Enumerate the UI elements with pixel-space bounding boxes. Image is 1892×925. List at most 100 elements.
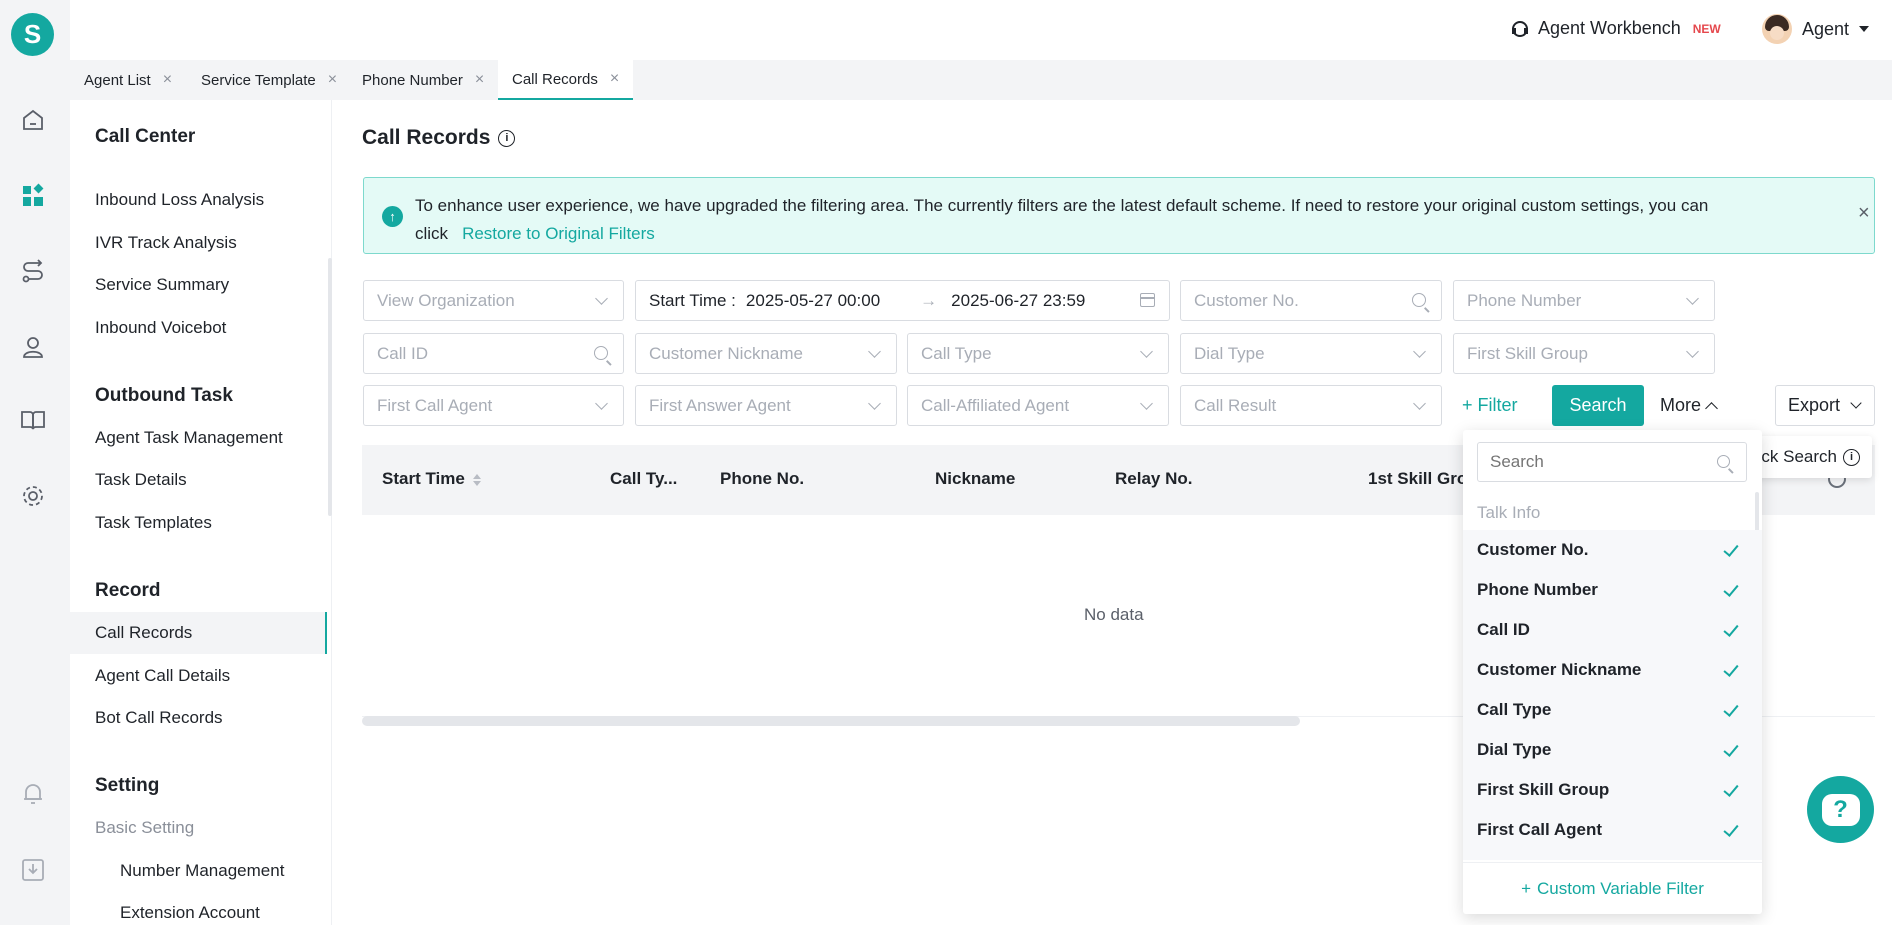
customer-no-placeholder: Customer No. [1194,290,1299,310]
close-icon[interactable]: × [475,71,484,89]
call-type-select[interactable]: Call Type [907,333,1169,374]
left-rail: S [0,0,70,925]
app-logo[interactable]: S [11,13,54,56]
close-icon[interactable]: × [610,70,619,88]
calendar-icon [1140,293,1155,307]
sidebar-scrollbar[interactable] [328,258,332,516]
search-button[interactable]: Search [1552,385,1644,426]
check-icon [1723,661,1739,677]
dropdown-item-label: Phone Number [1477,580,1598,599]
dial-type-select[interactable]: Dial Type [1180,333,1442,374]
sidebar-item-agent-call-details[interactable]: Agent Call Details [95,666,230,686]
sidebar-section-setting: Setting [95,775,160,796]
dropdown-item-customer-nickname[interactable]: Customer Nickname [1463,650,1762,690]
tab-service-template[interactable]: Service Template × [187,60,351,100]
sidebar-item-inbound-loss-analysis[interactable]: Inbound Loss Analysis [95,190,264,210]
sidebar-item-ivr-track-analysis[interactable]: IVR Track Analysis [95,233,237,253]
chevron-down-icon [1686,345,1699,358]
first-answer-agent-select[interactable]: First Answer Agent [635,385,897,426]
sidebar-item-bot-call-records[interactable]: Bot Call Records [95,708,223,728]
sidebar-item-extension-account[interactable]: Extension Account [120,903,260,923]
export-button[interactable]: Export [1775,385,1875,426]
download-icon[interactable] [20,857,46,883]
dropdown-item-dial-type[interactable]: Dial Type [1463,730,1762,770]
book-icon[interactable] [20,407,46,433]
search-icon [1717,455,1730,468]
dropdown-item-call-id[interactable]: Call ID [1463,610,1762,650]
column-start-time[interactable]: Start Time [382,469,481,489]
dropdown-item-first-skill-group[interactable]: First Skill Group [1463,770,1762,810]
close-icon[interactable]: × [163,71,172,89]
dropdown-search-input[interactable] [1477,442,1747,482]
customer-nickname-select[interactable]: Customer Nickname [635,333,897,374]
agent-workbench-link[interactable]: Agent Workbench NEW [1510,18,1721,39]
more-label: More [1660,395,1702,415]
agent-icon[interactable] [20,334,46,360]
dropdown-item-label: Customer No. [1477,540,1589,559]
sidebar-item-agent-task-management[interactable]: Agent Task Management [95,428,283,448]
tab-bar: Agent List × Service Template × Phone Numb… [70,60,1892,100]
start-time-from[interactable]: 2025-05-27 00:00 [746,291,880,311]
chevron-down-icon [595,397,608,410]
bell-icon[interactable] [20,780,46,806]
sidebar-item-number-management[interactable]: Number Management [120,861,284,881]
close-icon[interactable]: × [328,71,337,89]
plus-icon: + [1462,395,1478,415]
call-type-placeholder: Call Type [921,343,992,363]
dropdown-item-label: First Skill Group [1477,780,1610,799]
info-icon[interactable]: i [498,129,516,147]
sidebar-item-service-summary[interactable]: Service Summary [95,275,229,295]
customer-no-input[interactable]: Customer No. [1180,280,1442,321]
dashboard-icon[interactable] [20,183,46,209]
page-title-text: Call Records [362,126,491,149]
settings-icon[interactable] [20,483,46,509]
dropdown-item-label: Dial Type [1477,740,1552,759]
dropdown-item-customer-no[interactable]: Customer No. [1463,530,1762,570]
tab-phone-number[interactable]: Phone Number × [348,60,498,100]
dropdown-item-phone-number[interactable]: Phone Number [1463,570,1762,610]
view-organization-select[interactable]: View Organization [363,280,624,321]
customer-nickname-placeholder: Customer Nickname [649,343,803,363]
call-id-input[interactable]: Call ID [363,333,624,374]
sort-icon[interactable] [472,473,481,486]
route-icon[interactable] [20,259,46,285]
tab-call-records[interactable]: Call Records × [498,60,634,100]
restore-filters-link[interactable]: Restore to Original Filters [462,224,655,243]
call-affiliated-agent-select[interactable]: Call-Affiliated Agent [907,385,1169,426]
horizontal-scrollbar[interactable] [362,716,1300,726]
more-toggle[interactable]: More [1660,395,1718,416]
tab-label: Service Template [201,71,316,89]
start-time-range[interactable]: Start Time : 2025-05-27 00:00 → 2025-06-… [635,280,1170,321]
filter-label: Filter [1477,395,1518,415]
dropdown-item-first-call-agent[interactable]: First Call Agent [1463,810,1762,850]
custom-variable-filter-button[interactable]: + Custom Variable Filter [1463,862,1762,914]
search-icon [1412,293,1426,307]
close-icon[interactable]: × [1858,202,1870,225]
home-icon[interactable] [20,107,46,133]
plus-icon: + [1521,878,1532,898]
dropdown-item-call-type[interactable]: Call Type [1463,690,1762,730]
sidebar-item-basic-setting[interactable]: Basic Setting [95,818,194,838]
check-icon [1723,621,1739,637]
first-call-agent-placeholder: First Call Agent [377,395,493,415]
start-time-to[interactable]: 2025-06-27 23:59 [951,291,1085,311]
tab-agent-list[interactable]: Agent List × [70,60,186,100]
page-title: Call Records i [362,126,516,150]
first-call-agent-select[interactable]: First Call Agent [363,385,624,426]
sidebar-item-call-records[interactable]: Call Records [95,623,192,643]
sidebar-item-task-details[interactable]: Task Details [95,470,187,490]
user-name: Agent [1802,18,1850,39]
view-organization-placeholder: View Organization [377,290,515,310]
sidebar-item-inbound-voicebot[interactable]: Inbound Voicebot [95,318,226,338]
first-skill-group-select[interactable]: First Skill Group [1453,333,1715,374]
user-menu[interactable]: Agent [1762,14,1870,44]
dropdown-list: Customer No. Phone Number Call ID Custom… [1463,530,1762,860]
help-chat-button[interactable]: ? [1807,776,1874,843]
phone-number-select[interactable]: Phone Number [1453,280,1715,321]
check-icon [1723,581,1739,597]
add-filter-button[interactable]: + Filter [1462,395,1518,416]
check-icon [1723,821,1739,837]
call-result-select[interactable]: Call Result [1180,385,1442,426]
chevron-down-icon [1140,345,1153,358]
sidebar-item-task-templates[interactable]: Task Templates [95,513,212,533]
